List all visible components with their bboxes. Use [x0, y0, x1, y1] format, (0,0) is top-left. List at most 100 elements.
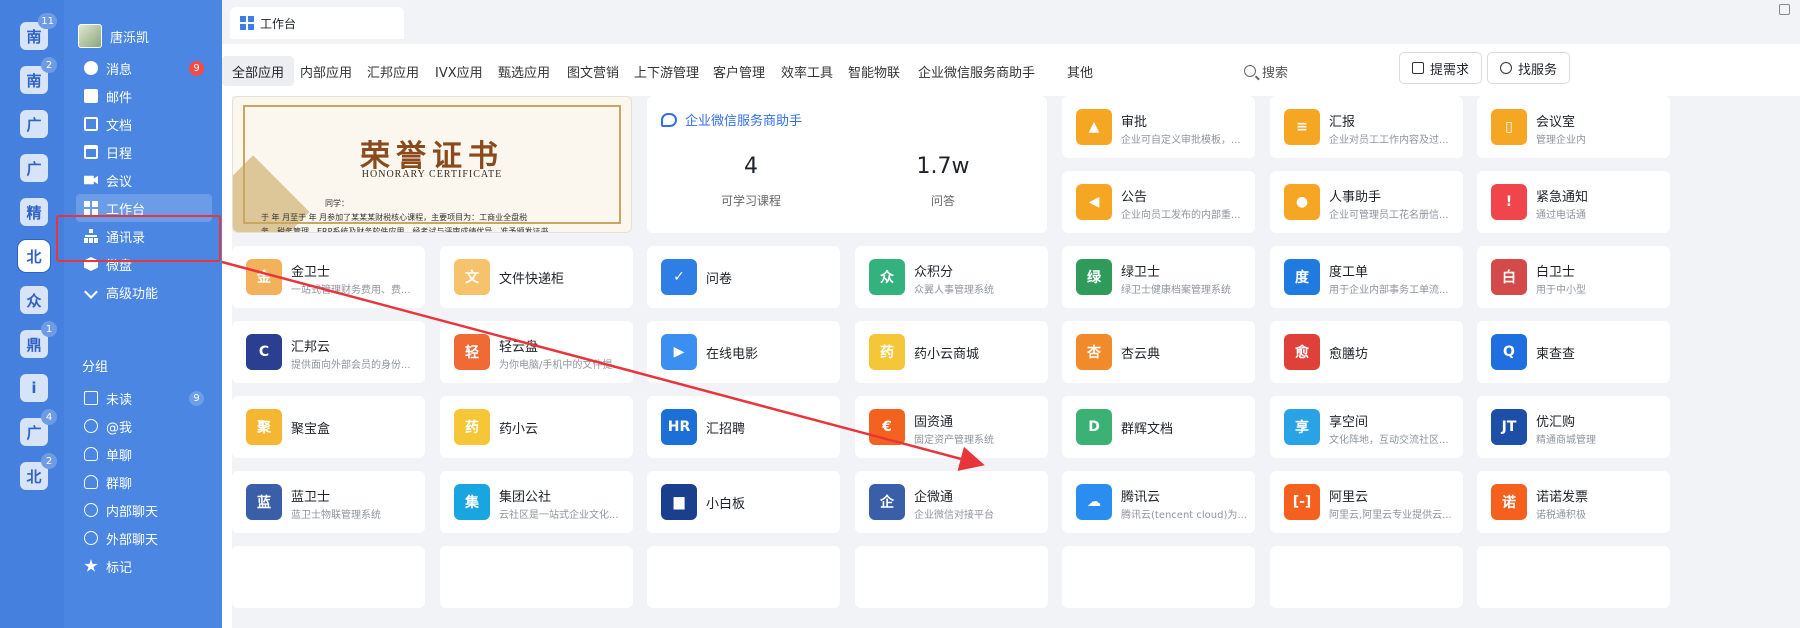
sidebar-item[interactable]: @我	[76, 412, 212, 440]
app-card[interactable]: 集集团公社 云社区是一站式企业文化...	[440, 471, 633, 533]
workspace-switch[interactable]: i	[20, 374, 48, 402]
app-card[interactable]: 绿绿卫士 绿卫士健康档案管理系统	[1062, 246, 1255, 308]
app-card-partial[interactable]	[647, 546, 840, 608]
category-tab[interactable]: 其他	[1057, 56, 1103, 86]
find-service-button[interactable]: 找服务	[1487, 52, 1571, 84]
workspace-switch[interactable]: 众	[20, 286, 48, 314]
category-tab[interactable]: 图文营销	[557, 56, 629, 86]
app-logo-icon: 金	[246, 259, 282, 295]
app-card[interactable]: 聚聚宝盒	[232, 396, 425, 458]
category-tab[interactable]: 甄选应用	[488, 56, 560, 86]
app-card[interactable]: 度度工单 用于企业内部事务工单流...	[1270, 246, 1463, 308]
app-card-partial[interactable]	[440, 546, 633, 608]
qa-label: 问答	[930, 194, 955, 208]
avatar[interactable]	[78, 24, 102, 48]
sidebar-item[interactable]: 会议	[76, 166, 212, 194]
user-profile[interactable]: 唐泺凯	[78, 24, 149, 48]
app-name: 优汇购	[1536, 415, 1576, 430]
sidebar-item[interactable]: 标记	[76, 552, 212, 580]
sidebar-item-label: @我	[106, 420, 133, 436]
app-card[interactable]: ☁ 腾讯云 腾讯云(tencent cloud)为...	[1062, 471, 1255, 533]
sidebar-item[interactable]: 日程	[76, 138, 212, 166]
app-card[interactable]: 轻轻云盘 为你电脑/手机中的文件提...	[440, 321, 633, 383]
app-card-partial[interactable]	[232, 546, 425, 608]
category-tab[interactable]: 智能物联	[838, 56, 910, 86]
app-card[interactable]: ▶ 在线电影	[647, 321, 840, 383]
app-card[interactable]: € 固资通 固定资产管理系统	[855, 396, 1048, 458]
category-tab[interactable]: IVX应用	[425, 56, 493, 86]
app-card-partial[interactable]	[855, 546, 1048, 608]
workspace-switch[interactable]: 广	[20, 110, 48, 138]
app-card[interactable]: [-] 阿里云 阿里云,阿里云专业提供云...	[1270, 471, 1463, 533]
sidebar-item[interactable]: 群聊	[76, 468, 212, 496]
app-card[interactable]: C 汇邦云 提供面向外部会员的身份...	[232, 321, 425, 383]
app-card[interactable]: 白白卫士 用于中小型	[1477, 246, 1670, 308]
app-card[interactable]: ◀ 公告 企业向员工发布的内部重...	[1062, 171, 1255, 233]
sidebar-item[interactable]: 邮件	[76, 82, 212, 110]
app-card[interactable]: HR 汇招聘	[647, 396, 840, 458]
workspace-switch[interactable]: 北2	[20, 453, 57, 490]
category-tab[interactable]: 客户管理	[703, 56, 775, 86]
app-card[interactable]: 药药小云商城	[855, 321, 1048, 383]
category-tab[interactable]: 企业微信服务商助手	[908, 56, 1045, 86]
app-card[interactable]: 众众积分 众翼人事管理系统	[855, 246, 1048, 308]
app-logo-icon: ▆	[661, 484, 697, 520]
app-logo-icon: 度	[1284, 259, 1320, 295]
request-button[interactable]: 提需求	[1399, 52, 1483, 84]
workbench-content: 全部应用 内部应用 汇邦应用 IVX应用 甄选应用 图文营销 上下游管理 客户管理 效率工具 智能…	[222, 44, 1800, 628]
app-card[interactable]: 杏杏云典	[1062, 321, 1255, 383]
service-helper-card[interactable]: 企业微信服务商助手 4 可学习课程 1.7w 问答	[647, 96, 1047, 233]
search-button[interactable]: 搜索	[1244, 56, 1288, 86]
app-card[interactable]: ≡ 汇报 企业对员工工作内容及过...	[1270, 96, 1463, 158]
sidebar-item[interactable]: 未读 9	[76, 384, 212, 412]
sidebar-item[interactable]: 外部聊天	[76, 524, 212, 552]
app-card-partial[interactable]	[1062, 546, 1255, 608]
workspace-switch[interactable]: 北	[20, 242, 48, 270]
workspace-switch[interactable]: 南2	[20, 57, 57, 94]
sidebar-item[interactable]: 内部聊天	[76, 496, 212, 524]
restore-window-icon[interactable]	[1779, 4, 1790, 15]
app-card[interactable]: ✓ 问卷	[647, 246, 840, 308]
app-description: 用于中小型	[1536, 285, 1586, 296]
app-card[interactable]: Q 柬查查	[1477, 321, 1670, 383]
app-card[interactable]: ! 紧急通知 通过电话通	[1477, 171, 1670, 233]
app-card[interactable]: 诺诺诺发票 诺税通积极	[1477, 471, 1670, 533]
external-chat-icon	[84, 531, 98, 545]
app-card[interactable]: D 群辉文档	[1062, 396, 1255, 458]
workspace-switch[interactable]: 鼎1	[20, 321, 57, 358]
sidebar-item[interactable]: 消息 9	[76, 54, 212, 82]
certificate-banner[interactable]: 荣誉证书 HONORARY CERTIFICATE 同学： 于 年 月至于 年 …	[232, 96, 632, 233]
workbench-tab-icon	[240, 16, 254, 30]
app-card[interactable]: 蓝蓝卫士 蓝卫士物联管理系统	[232, 471, 425, 533]
app-card[interactable]: 金金卫士 一站式管理财务费用、费...	[232, 246, 425, 308]
app-card[interactable]: ▯ 会议室 管理企业内	[1477, 96, 1670, 158]
category-tab[interactable]: 上下游管理	[624, 56, 709, 86]
sidebar-item[interactable]: 高级功能	[76, 278, 212, 306]
app-card[interactable]: ▲ 审批 企业可自定义审批模板，...	[1062, 96, 1255, 158]
app-card[interactable]: 药药小云	[440, 396, 633, 458]
app-card-partial[interactable]	[1477, 546, 1670, 608]
app-card[interactable]: 企企微通 企业微信对接平台	[855, 471, 1048, 533]
category-tab[interactable]: 全部应用	[222, 56, 295, 86]
helper-title[interactable]: 企业微信服务商助手	[661, 110, 802, 129]
workspace-switch[interactable]: 广4	[20, 409, 57, 446]
workspace-switch[interactable]: 南 11	[20, 13, 57, 50]
app-description: 提供面向外部会员的身份...	[291, 360, 411, 371]
app-card-partial[interactable]	[1270, 546, 1463, 608]
sidebar-item[interactable]: 单聊	[76, 440, 212, 468]
category-tab[interactable]: 内部应用	[290, 56, 362, 86]
app-card[interactable]: ▆ 小白板	[647, 471, 840, 533]
app-card[interactable]: 享享空间 文化阵地，互动交流社区...	[1270, 396, 1463, 458]
app-card[interactable]: JT 优汇购 精通商城管理	[1477, 396, 1670, 458]
workspace-switch[interactable]: 广	[20, 154, 48, 182]
category-tab[interactable]: 汇邦应用	[357, 56, 429, 86]
app-card[interactable]: 愈愈膳坊	[1270, 321, 1463, 383]
category-tab[interactable]: 效率工具	[771, 56, 843, 86]
tab-workbench[interactable]: 工作台	[230, 7, 404, 39]
app-card[interactable]: ● 人事助手 企业可管理员工花名册信...	[1270, 171, 1463, 233]
sidebar-item[interactable]: 文档	[76, 110, 212, 138]
workspace-switch[interactable]: 精	[20, 198, 48, 226]
app-name: 白卫士	[1536, 265, 1576, 280]
app-card[interactable]: 文文件快递柜	[440, 246, 633, 308]
workspace-label: 北	[26, 247, 42, 266]
